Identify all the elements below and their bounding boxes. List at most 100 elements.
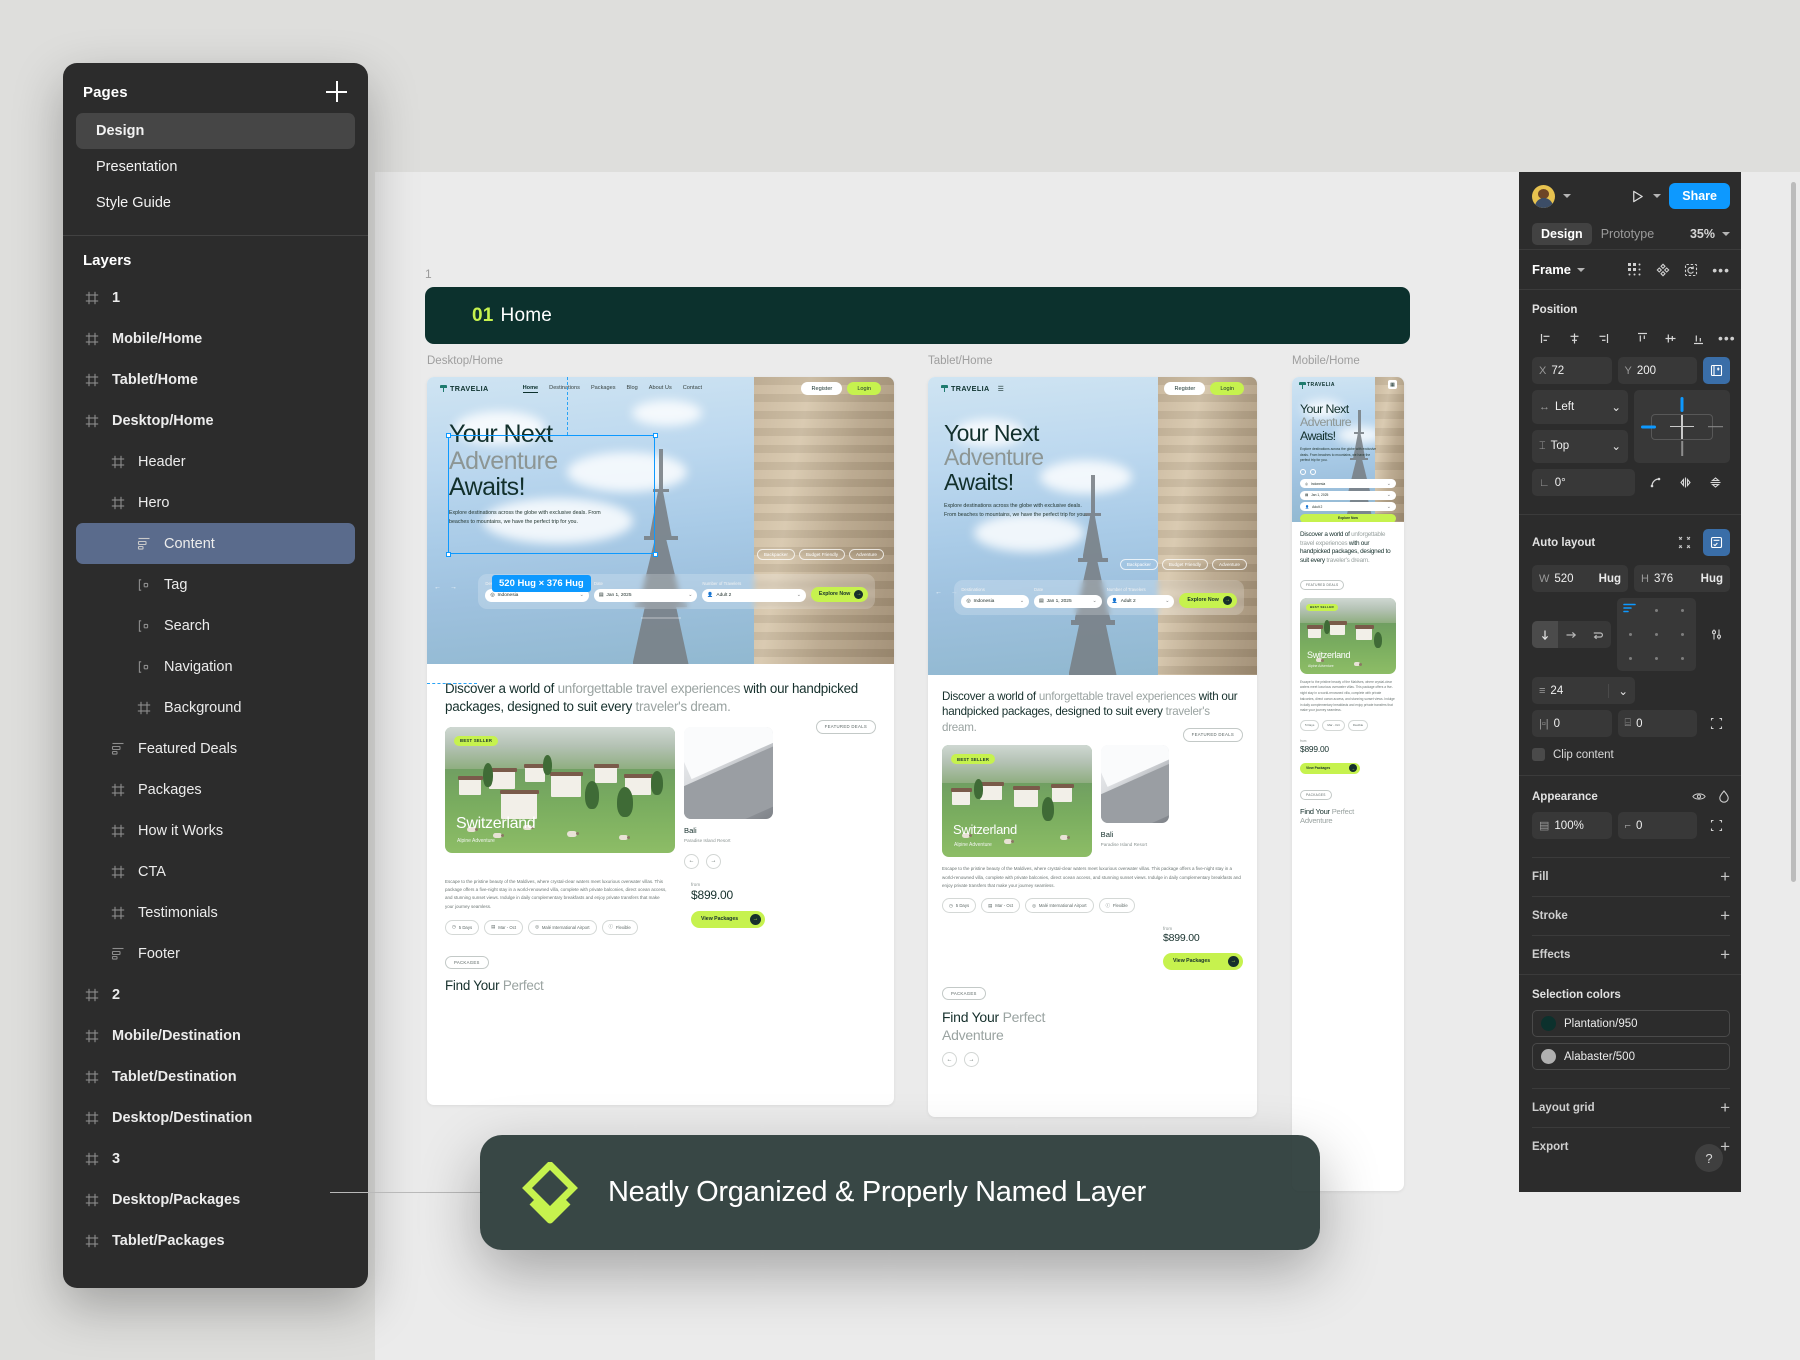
packages-pill[interactable]: PACKAGES [942, 987, 986, 1000]
explore-now-button[interactable]: Explore Now [1300, 514, 1396, 522]
align-middle-icon[interactable] [1656, 325, 1684, 351]
advanced-layout-settings-icon[interactable] [1702, 622, 1730, 648]
nav-link-destinations[interactable]: Destinations [549, 385, 580, 393]
chevron-down-icon[interactable]: ⌄ [1611, 439, 1621, 453]
layers-list[interactable]: 1Mobile/HomeTablet/HomeDesktop/HomeHeade… [63, 277, 368, 1261]
chevron-down-icon[interactable]: ⌄ [1020, 598, 1024, 604]
layer-item-2[interactable]: 2 [76, 974, 355, 1015]
search-destination-field[interactable]: Destinations ◎Indonesia⌄ [961, 587, 1029, 608]
layer-item-1[interactable]: 1 [76, 277, 355, 318]
clip-content-row[interactable]: Clip content [1532, 743, 1730, 763]
rotation-input[interactable]: ∟ 0° [1532, 469, 1635, 496]
layer-item-desktop-packages[interactable]: Desktop/Packages [76, 1179, 355, 1220]
tab-design[interactable]: Design [1532, 223, 1592, 245]
mobile-carousel-dots[interactable] [1300, 469, 1316, 475]
carousel-prev-icon[interactable]: ← [942, 1052, 957, 1067]
direction-horizontal-icon[interactable] [1558, 621, 1584, 648]
chevron-down-icon[interactable] [1577, 268, 1585, 272]
mobile-home-frame[interactable]: TRAVELIA ▦ Your Next Adventure Awaits! E… [1292, 377, 1404, 1191]
constraints-toggle-button[interactable] [1703, 357, 1730, 384]
eye-icon[interactable] [1692, 791, 1706, 802]
hamburger-icon[interactable]: ☰ [998, 385, 1004, 393]
corner-radius-input[interactable]: ⌐ 0 [1618, 812, 1698, 839]
constraint-bottom-marker[interactable] [1681, 441, 1683, 456]
align-left-icon[interactable] [1532, 325, 1560, 351]
add-layout-grid-button[interactable]: + [1720, 1102, 1730, 1114]
packages-pill[interactable]: PACKAGES [1300, 790, 1332, 800]
bali-side-card[interactable]: Bali Paradise Island Resort [1101, 745, 1169, 857]
carousel-next-icon[interactable]: → [964, 1052, 979, 1067]
position-x-input[interactable]: X 72 [1532, 357, 1612, 384]
share-button[interactable]: Share [1669, 183, 1730, 209]
explore-now-button[interactable]: Explore Now → [811, 587, 868, 602]
align-cell-middle-left[interactable] [1629, 633, 1632, 636]
layer-item-navigation[interactable]: Navigation [76, 646, 355, 687]
chevron-down-icon[interactable] [1563, 194, 1571, 198]
layer-item-3[interactable]: 3 [76, 1138, 355, 1179]
align-right-icon[interactable] [1588, 325, 1616, 351]
nav-link-about[interactable]: About Us [649, 385, 672, 393]
page-item-presentation[interactable]: Presentation [76, 149, 355, 185]
direction-wrap-icon[interactable] [1585, 621, 1611, 648]
layer-item-desktop-home[interactable]: Desktop/Home [76, 400, 355, 441]
layer-item-tablet-destination[interactable]: Tablet/Destination [76, 1056, 355, 1097]
canvas-vertical-scrollbar[interactable] [1791, 182, 1796, 882]
independent-corners-icon[interactable] [1703, 812, 1730, 839]
tablet-home-frame[interactable]: TRAVELIA ☰ Register Login Your Next Adve… [928, 377, 1257, 1117]
opacity-input[interactable]: ▤ 100% [1532, 812, 1612, 839]
layer-item-cta[interactable]: CTA [76, 851, 355, 892]
bali-side-card[interactable]: Bali Paradise Island Resort ← → [684, 727, 773, 869]
blend-mode-icon[interactable] [1718, 790, 1730, 803]
layer-item-tag[interactable]: Tag [76, 564, 355, 605]
align-cell-bottom-left[interactable] [1629, 657, 1632, 660]
hero-carousel-arrows[interactable]: ←→ [434, 584, 457, 591]
carousel-prev-icon[interactable]: ← [684, 854, 699, 869]
user-avatar[interactable] [1532, 185, 1555, 208]
layer-item-mobile-destination[interactable]: Mobile/Destination [76, 1015, 355, 1056]
selection-color-plantation-950[interactable]: Plantation/950 [1532, 1010, 1730, 1037]
zoom-level[interactable]: 35% [1690, 227, 1715, 241]
switzerland-card[interactable]: BEST SELLER Switzerland Alpine Adventure [1300, 598, 1396, 674]
chip-adventure[interactable]: Adventure [1212, 559, 1247, 570]
constraint-right-marker[interactable] [1708, 426, 1723, 428]
layer-item-how-it-works[interactable]: How it Works [76, 810, 355, 851]
present-play-icon[interactable] [1630, 189, 1645, 204]
chevron-down-icon[interactable]: ⌄ [1611, 400, 1621, 414]
frame-label-mobile[interactable]: Mobile/Home [1292, 355, 1360, 367]
align-bottom-icon[interactable] [1684, 325, 1712, 351]
align-cell-top-left[interactable] [1623, 601, 1638, 619]
section-banner[interactable]: 01 Home [425, 287, 1410, 344]
selection-color-alabaster-500[interactable]: Alabaster/500 [1532, 1043, 1730, 1070]
clip-content-checkbox[interactable] [1532, 748, 1545, 761]
align-cell-top-right[interactable] [1681, 609, 1684, 612]
featured-deals-pill[interactable]: FEATURED DEALS [1183, 728, 1243, 742]
frame-label-tablet[interactable]: Tablet/Home [928, 355, 993, 367]
card-carousel-nav[interactable]: ← → [928, 1052, 1257, 1067]
padding-horizontal-input[interactable]: |▫| 0 [1532, 710, 1612, 737]
layer-item-mobile-home[interactable]: Mobile/Home [76, 318, 355, 359]
constraint-left-marker[interactable] [1641, 425, 1656, 428]
frame-label-desktop[interactable]: Desktop/Home [427, 355, 503, 367]
help-button[interactable]: ? [1695, 1144, 1723, 1172]
position-y-input[interactable]: Y 200 [1618, 357, 1698, 384]
nav-link-home[interactable]: Home [523, 385, 539, 393]
view-packages-button[interactable]: View Packages → [691, 911, 765, 928]
nav-link-packages[interactable]: Packages [591, 385, 616, 393]
chevron-down-icon[interactable]: ⌄ [1608, 684, 1628, 698]
pages-list[interactable]: DesignPresentationStyle Guide [63, 113, 368, 221]
layer-item-content[interactable]: Content [76, 523, 355, 564]
auto-layout-toggle[interactable] [1703, 529, 1730, 556]
layer-item-featured-deals[interactable]: Featured Deals [76, 728, 355, 769]
constraints-pad[interactable] [1634, 390, 1730, 463]
chevron-down-icon[interactable] [1722, 232, 1730, 236]
vertical-constraint-select[interactable]: ⌶ Top ⌄ [1532, 430, 1628, 464]
chevron-down-icon[interactable]: ⌄ [1387, 492, 1391, 498]
align-cell-bottom-center[interactable] [1655, 657, 1658, 660]
alignment-grid[interactable] [1617, 598, 1696, 671]
nav-link-contact[interactable]: Contact [683, 385, 702, 393]
carousel-next-icon[interactable]: → [706, 854, 721, 869]
align-top-icon[interactable] [1628, 325, 1656, 351]
packages-pill[interactable]: PACKAGES [445, 956, 489, 969]
left-sidebar[interactable]: Pages DesignPresentationStyle Guide Laye… [63, 63, 368, 1288]
layer-item-footer[interactable]: Footer [76, 933, 355, 974]
